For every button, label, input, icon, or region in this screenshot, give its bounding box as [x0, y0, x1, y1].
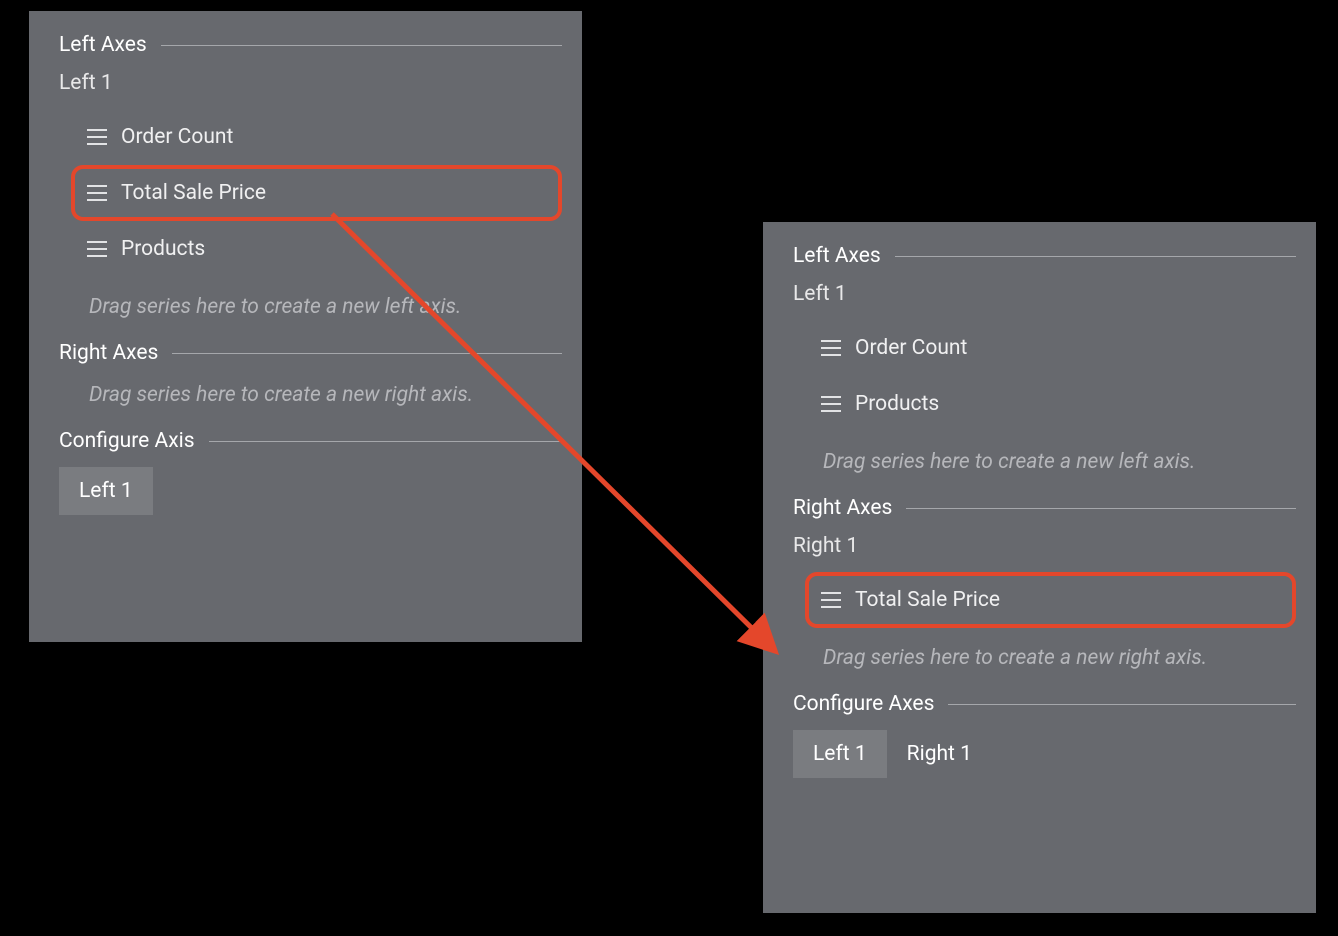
left-axes-header: Left Axes: [59, 33, 562, 57]
divider: [948, 704, 1296, 705]
configure-axes-title: Configure Axes: [793, 692, 934, 716]
series-item-order-count[interactable]: Order Count: [71, 109, 562, 165]
drag-handle-icon[interactable]: [87, 185, 107, 201]
tab-left-1[interactable]: Left 1: [59, 467, 153, 515]
drag-handle-icon[interactable]: [87, 241, 107, 257]
divider: [895, 256, 1296, 257]
series-item-products[interactable]: Products: [71, 221, 562, 277]
configure-axis-tabs: Left 1: [59, 467, 562, 515]
configure-axis-header: Configure Axis: [59, 429, 562, 453]
series-label: Total Sale Price: [121, 181, 266, 205]
left-axes-drop-hint[interactable]: Drag series here to create a new left ax…: [823, 450, 1296, 474]
left-axes-title: Left Axes: [793, 244, 881, 268]
configure-axes-header: Configure Axes: [793, 692, 1296, 716]
left-axis-name: Left 1: [59, 71, 562, 95]
left-axis-name: Left 1: [793, 282, 1296, 306]
drag-handle-icon[interactable]: [87, 129, 107, 145]
series-item-products[interactable]: Products: [805, 376, 1296, 432]
axes-config-panel-before: Left Axes Left 1 Order Count Total Sale …: [29, 11, 582, 642]
left-axes-drop-hint[interactable]: Drag series here to create a new left ax…: [89, 295, 562, 319]
tab-right-1[interactable]: Right 1: [887, 730, 992, 778]
configure-axes-tabs: Left 1 Right 1: [793, 730, 1296, 778]
left-axes-series-list[interactable]: Order Count Products: [805, 320, 1296, 432]
right-axes-header: Right Axes: [59, 341, 562, 365]
right-axes-header: Right Axes: [793, 496, 1296, 520]
tab-left-1[interactable]: Left 1: [793, 730, 887, 778]
divider: [209, 441, 562, 442]
series-label: Products: [121, 237, 205, 261]
left-axes-title: Left Axes: [59, 33, 147, 57]
series-label: Products: [855, 392, 939, 416]
right-axes-drop-hint[interactable]: Drag series here to create a new right a…: [89, 383, 562, 407]
right-axis-name: Right 1: [793, 534, 1296, 558]
right-axes-drop-hint[interactable]: Drag series here to create a new right a…: [823, 646, 1296, 670]
configure-axis-title: Configure Axis: [59, 429, 195, 453]
drag-handle-icon[interactable]: [821, 340, 841, 356]
drag-handle-icon[interactable]: [821, 396, 841, 412]
series-label: Order Count: [855, 336, 967, 360]
right-axes-title: Right Axes: [59, 341, 158, 365]
left-axes-series-list[interactable]: Order Count Total Sale Price Products: [71, 109, 562, 277]
series-item-total-sale-price[interactable]: Total Sale Price: [805, 572, 1296, 628]
divider: [161, 45, 562, 46]
divider: [906, 508, 1296, 509]
right-axes-series-list[interactable]: Total Sale Price: [805, 572, 1296, 628]
right-axes-title: Right Axes: [793, 496, 892, 520]
left-axes-header: Left Axes: [793, 244, 1296, 268]
series-item-order-count[interactable]: Order Count: [805, 320, 1296, 376]
series-label: Total Sale Price: [855, 588, 1000, 612]
series-item-total-sale-price[interactable]: Total Sale Price: [71, 165, 562, 221]
drag-handle-icon[interactable]: [821, 592, 841, 608]
series-label: Order Count: [121, 125, 233, 149]
divider: [172, 353, 562, 354]
axes-config-panel-after: Left Axes Left 1 Order Count Products Dr…: [763, 222, 1316, 913]
